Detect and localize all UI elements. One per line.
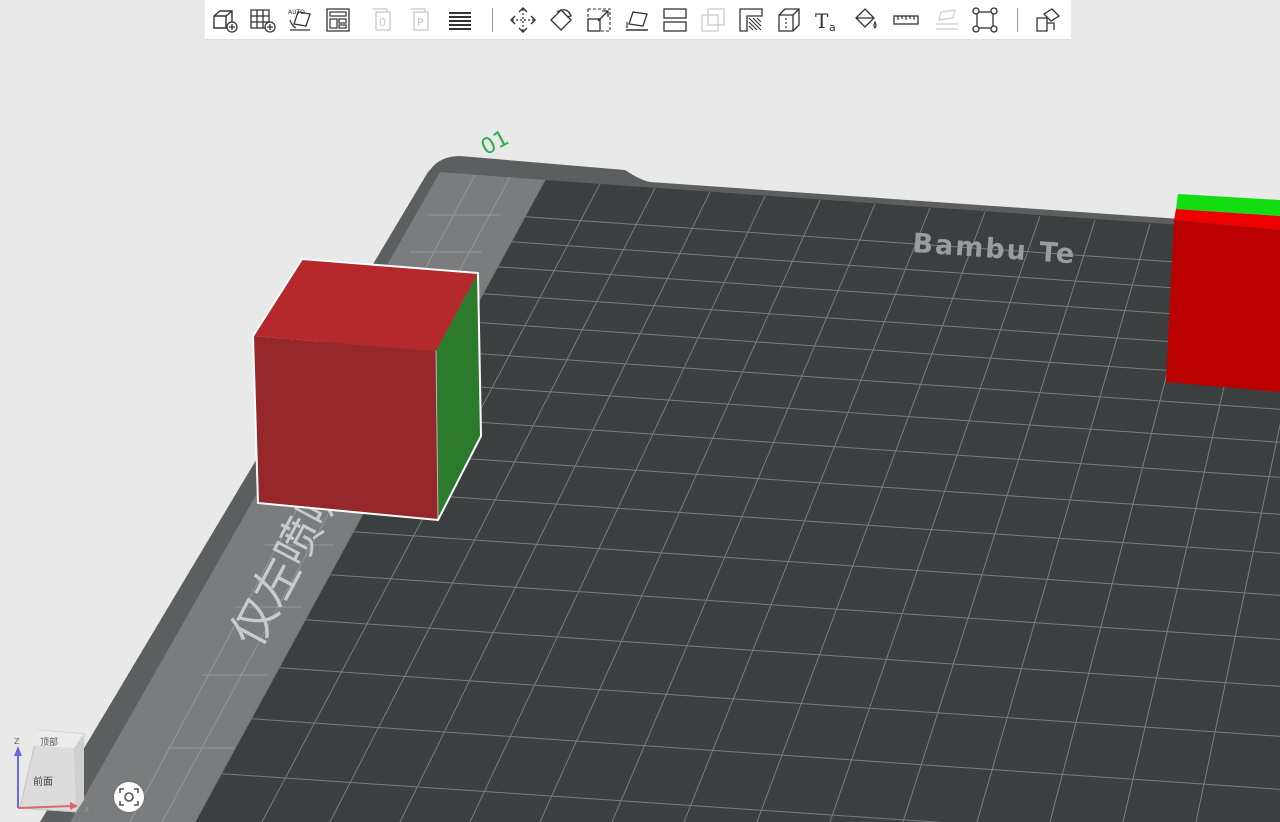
svg-text:T: T xyxy=(815,9,829,33)
add-object-icon xyxy=(213,10,238,33)
assemble-view-icon xyxy=(1036,8,1061,32)
toolbar-separator xyxy=(1017,8,1018,32)
axis-z-label: Z xyxy=(14,737,20,746)
scale-button[interactable] xyxy=(583,4,615,36)
cut-button[interactable] xyxy=(659,4,691,36)
lay-on-face-icon xyxy=(626,11,648,31)
3d-viewport[interactable]: 01 Bambu Te 仅左喷嘴可 顶部 前面 Z X xyxy=(0,0,1280,822)
second-object[interactable] xyxy=(1166,194,1280,392)
text-tool-button[interactable]: Ta xyxy=(811,4,843,36)
plate-number: 01 xyxy=(477,126,513,161)
layers-icon xyxy=(449,12,471,30)
arrange-button[interactable] xyxy=(322,4,354,36)
layers-button[interactable] xyxy=(444,4,476,36)
split-parts-icon: P xyxy=(411,8,429,31)
view-cube-front-label: 前面 xyxy=(33,775,53,788)
view-cube[interactable]: 顶部 前面 Z X xyxy=(14,729,90,814)
split-objects-button[interactable]: 0 xyxy=(368,4,400,36)
boolean-icon xyxy=(701,8,725,32)
view-cube-top-label: 顶部 xyxy=(40,736,58,748)
auto-orient-button[interactable]: AUTO xyxy=(284,4,316,36)
main-toolbar: AUTO 0 P Ta xyxy=(205,0,1071,40)
scale-icon xyxy=(587,8,611,32)
cube-object[interactable] xyxy=(252,257,483,522)
support-paint-button[interactable] xyxy=(735,4,767,36)
rotate-icon xyxy=(550,9,572,31)
zoom-fit-button[interactable] xyxy=(114,782,144,812)
move-button[interactable] xyxy=(507,4,539,36)
arrange-icon xyxy=(326,8,350,32)
lay-on-face-button[interactable] xyxy=(621,4,653,36)
color-paint-button[interactable] xyxy=(849,4,881,36)
fit-view-icon xyxy=(972,7,998,33)
camera-focus-icon xyxy=(119,788,139,806)
svg-text:0: 0 xyxy=(379,16,386,29)
seam-paint-icon xyxy=(778,8,800,32)
cube-front-face xyxy=(253,336,438,520)
seam-paint-button[interactable] xyxy=(773,4,805,36)
fit-view-button[interactable] xyxy=(969,4,1001,36)
color-paint-icon xyxy=(855,8,877,29)
svg-text:a: a xyxy=(829,21,836,34)
move-icon xyxy=(510,7,536,33)
add-plate-icon xyxy=(250,9,276,33)
auto-orient-icon: AUTO xyxy=(288,9,311,31)
add-object-button[interactable] xyxy=(208,4,240,36)
boolean-button[interactable] xyxy=(697,4,729,36)
assembly-icon xyxy=(936,9,958,30)
toolbar-separator xyxy=(492,8,493,32)
support-paint-icon xyxy=(739,8,763,32)
svg-text:P: P xyxy=(417,16,424,29)
assembly-button[interactable] xyxy=(931,4,963,36)
split-objects-icon: 0 xyxy=(373,8,391,31)
text-icon: Ta xyxy=(815,9,836,34)
axis-x-label: X xyxy=(84,805,90,814)
cut-icon xyxy=(663,8,687,32)
rotate-button[interactable] xyxy=(545,4,577,36)
assemble-view-button[interactable] xyxy=(1032,4,1064,36)
measure-button[interactable] xyxy=(890,4,922,36)
measure-icon xyxy=(893,15,919,25)
add-plate-button[interactable] xyxy=(246,4,278,36)
split-parts-button[interactable]: P xyxy=(406,4,438,36)
